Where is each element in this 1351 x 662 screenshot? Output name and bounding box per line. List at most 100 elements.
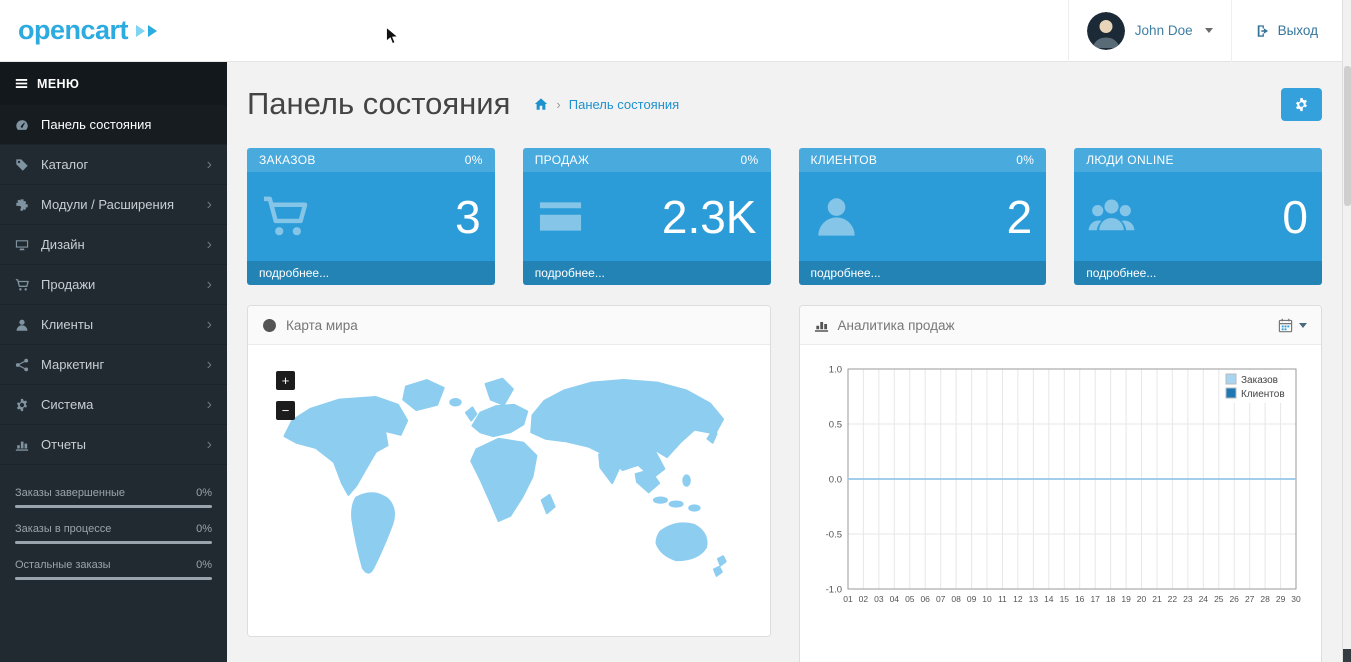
tile-body: 2 bbox=[799, 172, 1047, 261]
user-icon bbox=[813, 193, 860, 240]
sidebar-item-label: Система bbox=[41, 397, 94, 412]
sidebar-item-label: Модули / Расширения bbox=[41, 197, 175, 212]
user-avatar bbox=[1086, 11, 1125, 50]
bar-chart-icon bbox=[814, 318, 829, 333]
sidebar-item-sales[interactable]: Продажи › bbox=[0, 265, 227, 305]
user-menu[interactable]: John Doe bbox=[1067, 0, 1232, 62]
sales-analytics-panel: Аналитика продаж 01 02 03 04 05 06 07 08 09 10 11 1… bbox=[798, 305, 1322, 662]
svg-text:Заказов: Заказов bbox=[1241, 375, 1278, 386]
sidebar-item-extensions[interactable]: Модули / Расширения › bbox=[0, 185, 227, 225]
svg-text:28: 28 bbox=[1260, 594, 1270, 604]
breadcrumb-link[interactable]: Панель состояния bbox=[569, 97, 679, 112]
page-header: Панель состояния › Панель состояния bbox=[247, 82, 1322, 126]
stat-label: Заказы в процессе bbox=[15, 523, 112, 535]
tile-customers: КЛИЕНТОВ 0% 2 подробнее... bbox=[798, 148, 1047, 285]
scrollbar[interactable] bbox=[1342, 0, 1351, 662]
svg-text:0.5: 0.5 bbox=[828, 420, 841, 431]
tile-title: ПРОДАЖ bbox=[534, 153, 590, 167]
tile-title: ЛЮДИ ONLINE bbox=[1086, 153, 1174, 167]
svg-text:07: 07 bbox=[935, 594, 945, 604]
svg-text:22: 22 bbox=[1167, 594, 1177, 604]
chevron-right-icon: › bbox=[206, 315, 212, 333]
monitor-icon bbox=[15, 238, 30, 252]
opencart-logo-text: opencart bbox=[18, 15, 129, 45]
stat-label: Заказы завершенные bbox=[15, 487, 126, 499]
sidebar-item-label: Клиенты bbox=[41, 317, 94, 332]
map-zoom-in-button[interactable]: + bbox=[276, 371, 295, 390]
svg-text:20: 20 bbox=[1136, 594, 1146, 604]
panel-title: Карта мира bbox=[286, 317, 358, 333]
sidebar-item-label: Каталог bbox=[41, 157, 89, 172]
caret-down-icon bbox=[1204, 28, 1213, 33]
tile-details-link[interactable]: подробнее... bbox=[247, 261, 495, 285]
sidebar-item-catalog[interactable]: Каталог › bbox=[0, 145, 227, 185]
sidebar-item-design[interactable]: Дизайн › bbox=[0, 225, 227, 265]
sales-analytics-chart: 01 02 03 04 05 06 07 08 09 10 11 12 13 14 15 16 17 18 19 20… bbox=[825, 365, 1301, 605]
tile-percent: 0% bbox=[1016, 153, 1035, 167]
globe-icon bbox=[262, 318, 277, 333]
tile-details-link[interactable]: подробнее... bbox=[798, 261, 1047, 285]
cart-icon bbox=[15, 278, 30, 292]
opencart-logo-mark-icon bbox=[133, 24, 158, 37]
tile-details-link[interactable]: подробнее... bbox=[522, 261, 771, 285]
dashboard-icon bbox=[15, 118, 30, 132]
svg-text:0.0: 0.0 bbox=[828, 475, 841, 486]
tile-body: 0 bbox=[1074, 172, 1322, 261]
gear-icon bbox=[1294, 97, 1309, 112]
svg-text:21: 21 bbox=[1152, 594, 1162, 604]
svg-text:05: 05 bbox=[905, 594, 915, 604]
svg-text:18: 18 bbox=[1105, 594, 1115, 604]
world-map-panel-header: Карта мира bbox=[248, 306, 770, 345]
tile-header: ЛЮДИ ONLINE bbox=[1074, 148, 1322, 172]
gear-icon bbox=[15, 398, 30, 412]
svg-text:1.0: 1.0 bbox=[828, 365, 841, 376]
tile-title: КЛИЕНТОВ bbox=[810, 153, 878, 167]
tile-header: ПРОДАЖ 0% bbox=[522, 148, 771, 172]
svg-text:10: 10 bbox=[982, 594, 992, 604]
svg-text:25: 25 bbox=[1214, 594, 1224, 604]
shopping-cart-icon bbox=[261, 193, 308, 240]
svg-text:13: 13 bbox=[1028, 594, 1038, 604]
svg-text:15: 15 bbox=[1059, 594, 1069, 604]
svg-text:12: 12 bbox=[1013, 594, 1023, 604]
tile-body: 2.3K bbox=[523, 172, 771, 261]
stat-value: 0% bbox=[196, 487, 212, 499]
sidebar-item-label: Продажи bbox=[41, 277, 96, 292]
sidebar-item-customers[interactable]: Клиенты › bbox=[0, 305, 227, 345]
opencart-admin-dashboard: opencart МЕНЮ Панель состояния Каталог › Мо… bbox=[0, 0, 1351, 662]
top-header: John Doe Выход bbox=[227, 0, 1342, 62]
progress-bar bbox=[15, 505, 212, 508]
chart-range-dropdown[interactable] bbox=[1278, 318, 1307, 333]
world-map[interactable]: + − bbox=[248, 345, 770, 636]
scrollbar-corner bbox=[1343, 649, 1351, 662]
svg-text:24: 24 bbox=[1198, 594, 1208, 604]
sidebar-item-dashboard[interactable]: Панель состояния bbox=[0, 105, 227, 145]
caret-down-icon bbox=[1299, 322, 1307, 328]
credit-card-icon bbox=[537, 193, 584, 240]
sidebar-stats: Заказы завершенные 0% Заказы в процессе 0% О… bbox=[0, 487, 227, 580]
svg-text:17: 17 bbox=[1090, 594, 1100, 604]
sidebar-item-system[interactable]: Система › bbox=[0, 385, 227, 425]
sidebar-item-marketing[interactable]: Маркетинг › bbox=[0, 345, 227, 385]
home-icon[interactable] bbox=[534, 97, 548, 111]
dashboard-settings-button[interactable] bbox=[1281, 87, 1322, 121]
scrollbar-thumb[interactable] bbox=[1344, 66, 1351, 206]
sidebar-item-reports[interactable]: Отчеты › bbox=[0, 425, 227, 465]
sidebar-stat: Заказы в процессе 0% bbox=[15, 523, 212, 544]
map-zoom-out-button[interactable]: − bbox=[276, 401, 295, 420]
sidebar-item-label: Отчеты bbox=[41, 437, 86, 452]
svg-text:02: 02 bbox=[858, 594, 868, 604]
tile-percent: 0% bbox=[740, 153, 759, 167]
stat-label: Остальные заказы bbox=[15, 559, 111, 571]
svg-text:30: 30 bbox=[1291, 594, 1301, 604]
map-zoom-controls: + − bbox=[276, 371, 295, 420]
svg-text:-0.5: -0.5 bbox=[825, 530, 841, 541]
tile-value: 2 bbox=[1006, 190, 1033, 243]
logout-button[interactable]: Выход bbox=[1232, 23, 1342, 38]
sales-analytics-panel-header: Аналитика продаж bbox=[799, 306, 1321, 345]
stat-value: 0% bbox=[196, 559, 212, 571]
tile-details-link[interactable]: подробнее... bbox=[1074, 261, 1322, 285]
opencart-logo[interactable]: opencart bbox=[0, 0, 227, 62]
menu-icon bbox=[15, 77, 28, 90]
chevron-right-icon: › bbox=[206, 235, 212, 253]
